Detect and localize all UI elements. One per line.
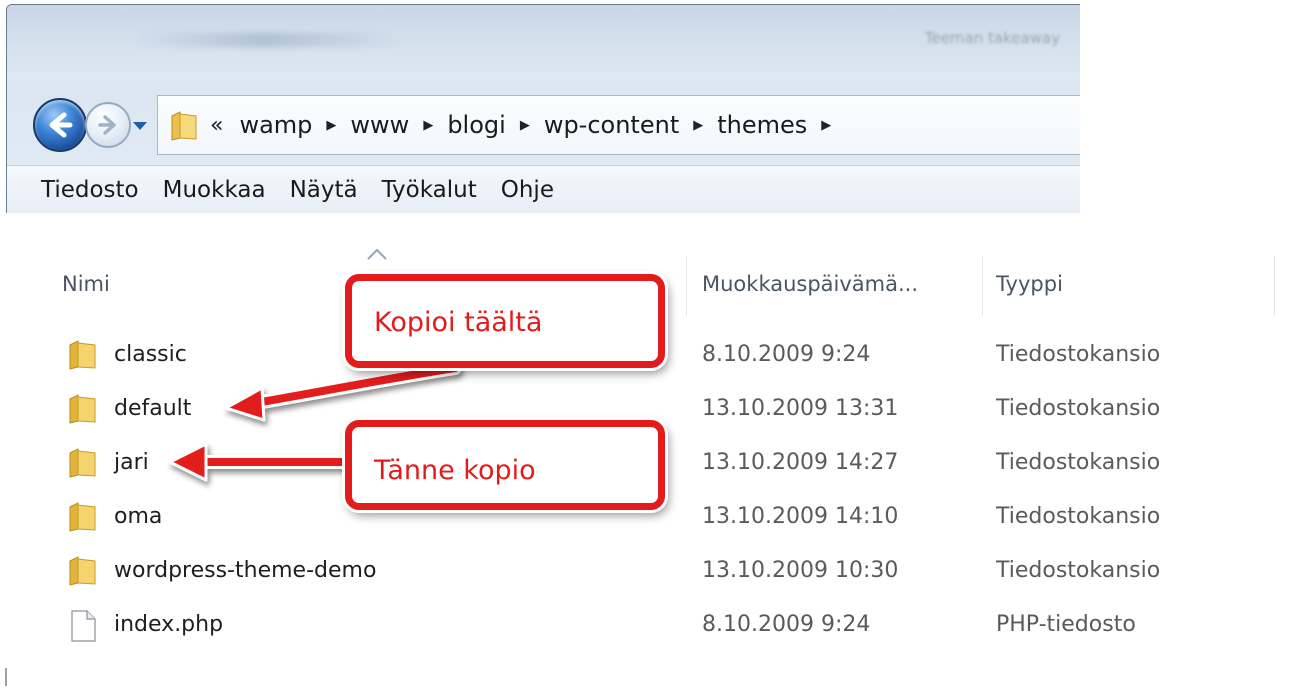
folder-icon bbox=[171, 111, 197, 141]
file-name: wordpress-theme-demo bbox=[114, 558, 377, 583]
file-modified-date: 13.10.2009 14:27 bbox=[702, 450, 899, 475]
breadcrumb-separator-icon[interactable]: ▶ bbox=[423, 118, 433, 133]
window-title: Teeman takeaway bbox=[924, 29, 1060, 47]
breadcrumb: « wamp ▶ www ▶ blogi ▶ wp-content ▶ them… bbox=[210, 96, 835, 154]
menu-item-help[interactable]: Ohje bbox=[501, 177, 554, 203]
folder-icon bbox=[69, 556, 96, 586]
file-name: classic bbox=[114, 342, 187, 367]
column-divider[interactable] bbox=[1274, 256, 1275, 316]
breadcrumb-separator-icon[interactable]: ▶ bbox=[821, 118, 831, 133]
callout-copy-to: Tänne kopio bbox=[345, 420, 665, 510]
recent-locations-dropdown-icon[interactable] bbox=[131, 119, 149, 133]
window-edge-mark bbox=[5, 668, 7, 686]
list-item[interactable]: wordpress-theme-demo 13.10.2009 10:30 Ti… bbox=[10, 546, 1289, 596]
breadcrumb-item-wamp[interactable]: wamp bbox=[239, 111, 312, 139]
file-name: jari bbox=[114, 450, 149, 475]
back-button[interactable] bbox=[33, 98, 87, 152]
menu-item-edit[interactable]: Muokkaa bbox=[163, 177, 266, 203]
forward-button[interactable] bbox=[85, 102, 131, 148]
explorer-window-chrome: Teeman takeaway « wamp ▶ www ▶ blogi ▶ w… bbox=[6, 4, 1080, 213]
column-header-type[interactable]: Tyyppi bbox=[996, 272, 1063, 296]
address-bar[interactable]: « wamp ▶ www ▶ blogi ▶ wp-content ▶ them… bbox=[157, 95, 1080, 155]
breadcrumb-separator-icon[interactable]: ▶ bbox=[693, 118, 703, 133]
column-divider[interactable] bbox=[686, 256, 687, 316]
file-type: PHP-tiedosto bbox=[996, 612, 1136, 637]
navigation-bar: « wamp ▶ www ▶ blogi ▶ wp-content ▶ them… bbox=[7, 89, 1080, 161]
column-header-modified[interactable]: Muokkauspäivämä... bbox=[702, 272, 918, 296]
file-type: Tiedostokansio bbox=[996, 342, 1161, 367]
folder-icon bbox=[69, 394, 96, 424]
breadcrumb-separator-icon[interactable]: ▶ bbox=[520, 118, 530, 133]
callout-copy-from: Kopioi täältä bbox=[345, 274, 665, 368]
column-header-name[interactable]: Nimi bbox=[62, 272, 110, 296]
title-bar: Teeman takeaway bbox=[7, 5, 1080, 81]
file-icon bbox=[71, 610, 96, 642]
file-name: index.php bbox=[114, 612, 224, 637]
file-modified-date: 13.10.2009 10:30 bbox=[702, 558, 899, 583]
file-name: oma bbox=[114, 504, 163, 529]
file-type: Tiedostokansio bbox=[996, 558, 1161, 583]
callout-copy-from-text: Kopioi täältä bbox=[374, 307, 543, 338]
menu-item-file[interactable]: Tiedosto bbox=[41, 177, 139, 203]
menu-item-view[interactable]: Näytä bbox=[290, 177, 358, 203]
column-divider[interactable] bbox=[982, 256, 983, 316]
file-modified-date: 8.10.2009 9:24 bbox=[702, 342, 871, 367]
file-modified-date: 13.10.2009 13:31 bbox=[702, 396, 899, 421]
callout-copy-to-text: Tänne kopio bbox=[374, 455, 536, 486]
breadcrumb-overflow[interactable]: « bbox=[210, 113, 224, 138]
breadcrumb-item-wp-content[interactable]: wp-content bbox=[544, 111, 679, 139]
breadcrumb-item-www[interactable]: www bbox=[350, 111, 409, 139]
breadcrumb-item-blogi[interactable]: blogi bbox=[447, 111, 506, 139]
menu-bar: Tiedosto Muokkaa Näytä Työkalut Ohje bbox=[7, 165, 1080, 213]
folder-icon bbox=[69, 340, 96, 370]
folder-icon bbox=[69, 448, 96, 478]
file-modified-date: 13.10.2009 14:10 bbox=[702, 504, 899, 529]
file-type: Tiedostokansio bbox=[996, 450, 1161, 475]
menu-item-tools[interactable]: Työkalut bbox=[382, 177, 477, 203]
file-type: Tiedostokansio bbox=[996, 396, 1161, 421]
folder-icon bbox=[69, 502, 96, 532]
breadcrumb-separator-icon[interactable]: ▶ bbox=[326, 118, 336, 133]
list-item[interactable]: index.php 8.10.2009 9:24 PHP-tiedosto bbox=[10, 600, 1289, 650]
file-type: Tiedostokansio bbox=[996, 504, 1161, 529]
arrow-left-icon bbox=[49, 112, 73, 138]
arrow-right-icon bbox=[98, 115, 116, 135]
breadcrumb-item-themes[interactable]: themes bbox=[717, 111, 807, 139]
file-name: default bbox=[114, 396, 192, 421]
file-modified-date: 8.10.2009 9:24 bbox=[702, 612, 871, 637]
title-bar-decoration bbox=[137, 33, 397, 47]
